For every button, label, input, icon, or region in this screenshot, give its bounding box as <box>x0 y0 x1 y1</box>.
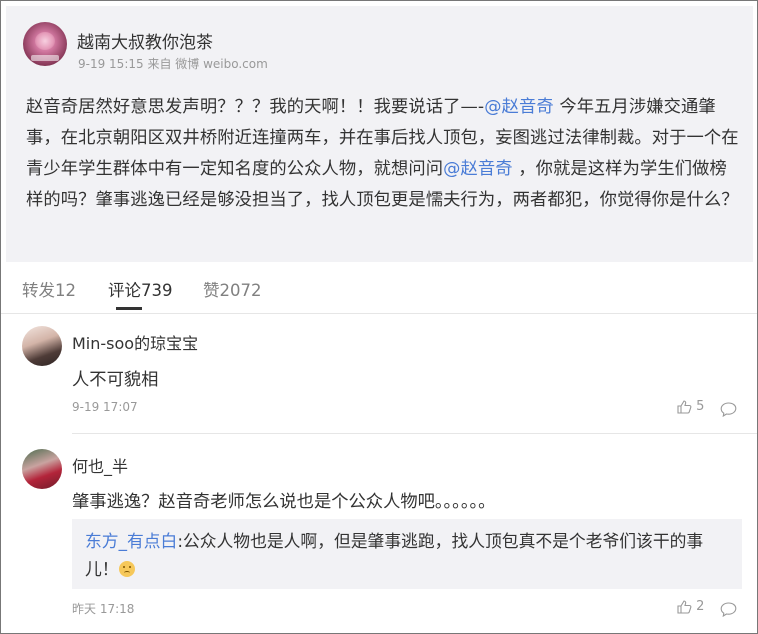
like-count: 5 <box>696 399 705 414</box>
comment-text: 肇事逃逸？赵音奇老师怎么说也是个公众人物吧。。。。。。 <box>72 492 496 512</box>
weibo-frame: 越南大叔教你泡茶 9-19 15:15 来自 微博 weibo.com 赵音奇居… <box>0 0 758 634</box>
awkward-face-emoji <box>118 561 135 577</box>
post-author-name[interactable]: 越南大叔教你泡茶 <box>77 28 213 53</box>
comment-time: 9-19 17:07 <box>72 400 138 414</box>
tab-likes[interactable]: 赞2072 <box>203 277 262 301</box>
thumbs-up-icon <box>677 599 692 614</box>
author-avatar[interactable] <box>23 22 67 66</box>
post-meta: 9-19 15:15 来自 微博 weibo.com <box>78 57 268 71</box>
reply-button[interactable] <box>720 599 737 618</box>
reply-content: 东方_有点白:公众人物也是人啊，但是肇事逃跑，找人顶包真不是个老爷们该干的事儿！ <box>85 527 735 583</box>
comment-bubble-icon <box>720 402 737 418</box>
comment-divider <box>72 433 757 434</box>
commenter-name[interactable]: Min-soo的琼宝宝 <box>72 330 198 354</box>
like-button[interactable]: 2 <box>677 599 704 614</box>
post-tabs: 转发12 评论739 赞2072 <box>1 263 757 314</box>
commenter-name[interactable]: 何也_半 <box>72 453 128 477</box>
like-button[interactable]: 5 <box>677 399 704 414</box>
avatar-watermark <box>31 55 59 61</box>
commenter-avatar[interactable] <box>22 326 62 366</box>
commenter-avatar[interactable] <box>22 449 62 489</box>
mention-link-2[interactable]: @赵音奇 <box>443 159 513 179</box>
like-count: 2 <box>696 599 705 614</box>
post-text-1: 赵音奇居然好意思发声明？？？我的天啊！！我要说话了—- <box>26 97 485 117</box>
comment-text: 人不可貌相 <box>72 370 159 390</box>
reply-author-link[interactable]: 东方_有点白 <box>85 531 177 551</box>
mention-link-1[interactable]: @赵音奇 <box>484 97 554 117</box>
rose-image <box>35 32 55 50</box>
comment-bubble-icon <box>720 602 737 618</box>
active-tab-indicator <box>116 307 142 310</box>
comment-time: 昨天 17:18 <box>72 602 135 616</box>
quoted-reply: 东方_有点白:公众人物也是人啊，但是肇事逃跑，找人顶包真不是个老爷们该干的事儿！ <box>72 519 742 589</box>
reply-button[interactable] <box>720 399 737 418</box>
thumbs-up-icon <box>677 399 692 414</box>
tab-reposts[interactable]: 转发12 <box>22 277 76 301</box>
tab-comments[interactable]: 评论739 <box>108 277 173 301</box>
reply-text: :公众人物也是人啊，但是肇事逃跑，找人顶包真不是个老爷们该干的事儿！ <box>85 531 704 579</box>
post-body: 赵音奇居然好意思发声明？？？我的天啊！！我要说话了—-@赵音奇 今年五月涉嫌交通… <box>26 92 742 216</box>
